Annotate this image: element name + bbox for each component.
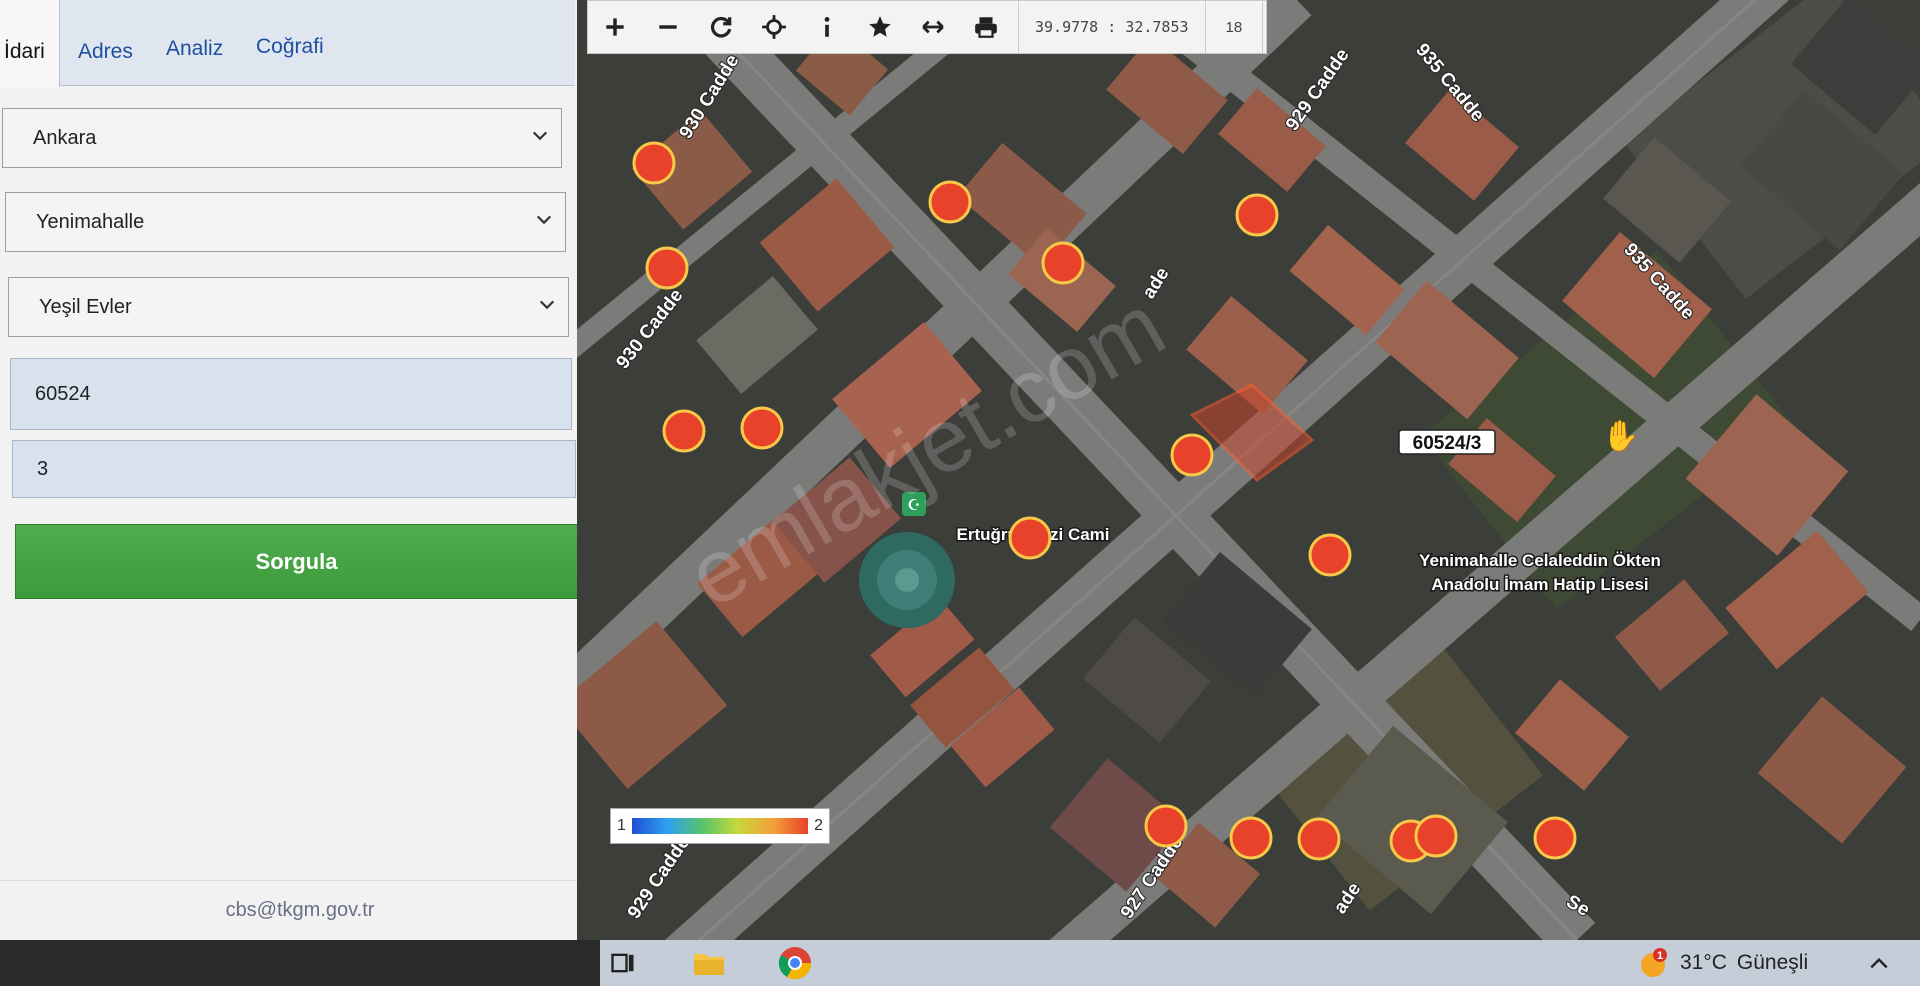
screen: İdari Adres Analiz Coğrafi Ankara Yenima… xyxy=(0,0,1920,986)
hand-cursor-icon: ✋ xyxy=(1602,418,1639,454)
map-canvas: 930 Cadde 930 Cadde 929 Cadde 935 Cadde … xyxy=(577,0,1920,940)
file-explorer-button[interactable] xyxy=(686,940,732,986)
taskbar: 1 31°C Güneşli xyxy=(0,940,1920,986)
tab-cografi[interactable]: Coğrafi xyxy=(256,35,324,59)
zoom-in-button[interactable] xyxy=(588,0,641,54)
measure-icon xyxy=(921,20,944,34)
refresh-button[interactable] xyxy=(694,0,747,54)
block-number-value: 60524 xyxy=(35,382,91,405)
locate-button[interactable] xyxy=(747,0,800,54)
parcel-marker[interactable] xyxy=(928,180,972,224)
province-select[interactable]: Ankara xyxy=(2,108,562,168)
zoom-out-button[interactable] xyxy=(641,0,694,54)
refresh-icon xyxy=(710,16,731,38)
taskbar-left-area xyxy=(0,940,600,986)
poi-school-label-line2: Anadolu İmam Hatip Lisesi xyxy=(1431,575,1648,594)
parcel-marker[interactable] xyxy=(632,141,676,185)
parcel-marker[interactable] xyxy=(740,406,784,450)
chrome-button[interactable] xyxy=(772,940,818,986)
parcel-marker[interactable] xyxy=(1235,193,1279,237)
parcel-marker[interactable] xyxy=(1008,516,1052,560)
parcel-label-text: 60524/3 xyxy=(1413,433,1482,454)
zoom-in-icon xyxy=(605,18,624,36)
coordinate-readout: 39.9778 : 32.7853 xyxy=(1018,0,1205,54)
block-number-input[interactable]: 60524 xyxy=(10,358,572,430)
measure-button[interactable] xyxy=(906,0,959,54)
legend-max: 2 xyxy=(814,817,823,834)
tab-bar: İdari Adres Analiz Coğrafi xyxy=(0,0,575,87)
satellite-map[interactable]: 930 Cadde 930 Cadde 929 Cadde 935 Cadde … xyxy=(577,0,1920,940)
parcel-marker[interactable] xyxy=(1041,241,1085,285)
task-view-icon xyxy=(611,953,634,973)
info-icon xyxy=(824,17,829,37)
parcel-marker[interactable] xyxy=(1170,433,1214,477)
district-value: Yenimahalle xyxy=(36,210,145,233)
parcel-number-value: 3 xyxy=(37,457,49,480)
panel-footer: cbs@tkgm.gov.tr xyxy=(0,880,600,940)
info-button[interactable] xyxy=(800,0,853,54)
district-select[interactable]: Yenimahalle xyxy=(5,192,566,252)
temperature: 31°C xyxy=(1680,951,1727,974)
chevron-down-icon xyxy=(532,131,548,141)
print-icon xyxy=(974,17,997,38)
parcel-marker[interactable] xyxy=(1297,817,1341,861)
chrome-icon xyxy=(778,947,812,980)
zoom-out-icon xyxy=(658,25,677,29)
parcel-marker[interactable] xyxy=(1414,814,1458,858)
map-legend: 1 2 xyxy=(610,808,830,844)
tab-adres[interactable]: Adres xyxy=(78,40,133,64)
parcel-marker[interactable] xyxy=(1144,804,1188,848)
taskbar-icons xyxy=(600,940,858,986)
query-button[interactable]: Sorgula xyxy=(15,524,578,599)
mosque-building xyxy=(859,532,955,628)
favorite-icon xyxy=(868,16,891,37)
file-explorer-icon xyxy=(694,954,724,975)
parcel-marker[interactable] xyxy=(1533,816,1577,860)
favorite-button[interactable] xyxy=(853,0,906,54)
parcel-marker[interactable] xyxy=(1308,533,1352,577)
parcel-marker[interactable] xyxy=(1229,816,1273,860)
chevron-down-icon xyxy=(536,215,552,225)
province-value: Ankara xyxy=(33,126,97,149)
map-toolbar: 39.9778 : 32.7853 18 xyxy=(587,0,1267,54)
tab-analiz[interactable]: Analiz xyxy=(166,37,223,61)
weather-widget[interactable]: 1 31°C Güneşli xyxy=(1636,940,1808,986)
zoom-level: 18 xyxy=(1204,0,1264,54)
tab-idari[interactable]: İdari xyxy=(0,0,60,87)
locate-icon xyxy=(761,15,786,39)
chevron-up-icon[interactable] xyxy=(1868,952,1890,974)
task-view-button[interactable] xyxy=(600,940,646,986)
contact-email[interactable]: cbs@tkgm.gov.tr xyxy=(226,899,375,922)
legend-color-ramp xyxy=(631,818,809,834)
parcel-marker[interactable] xyxy=(662,409,706,453)
query-panel: İdari Adres Analiz Coğrafi Ankara Yenima… xyxy=(0,0,600,986)
parcel-label: 60524/3 xyxy=(1398,429,1496,455)
weather-condition: Güneşli xyxy=(1736,951,1809,974)
poi-school-label-line1: Yenimahalle Celaleddin Ökten xyxy=(1419,551,1661,570)
parcel-marker[interactable] xyxy=(645,246,689,290)
neighborhood-select[interactable]: Yeşil Evler xyxy=(8,277,569,337)
legend-min: 1 xyxy=(617,817,626,834)
print-button[interactable] xyxy=(959,0,1012,54)
weather-badge: 1 xyxy=(1657,950,1663,962)
chevron-down-icon xyxy=(539,300,555,310)
parcel-number-input[interactable]: 3 xyxy=(12,440,576,498)
neighborhood-value: Yeşil Evler xyxy=(39,295,132,318)
sun-icon: 1 xyxy=(1636,946,1670,980)
